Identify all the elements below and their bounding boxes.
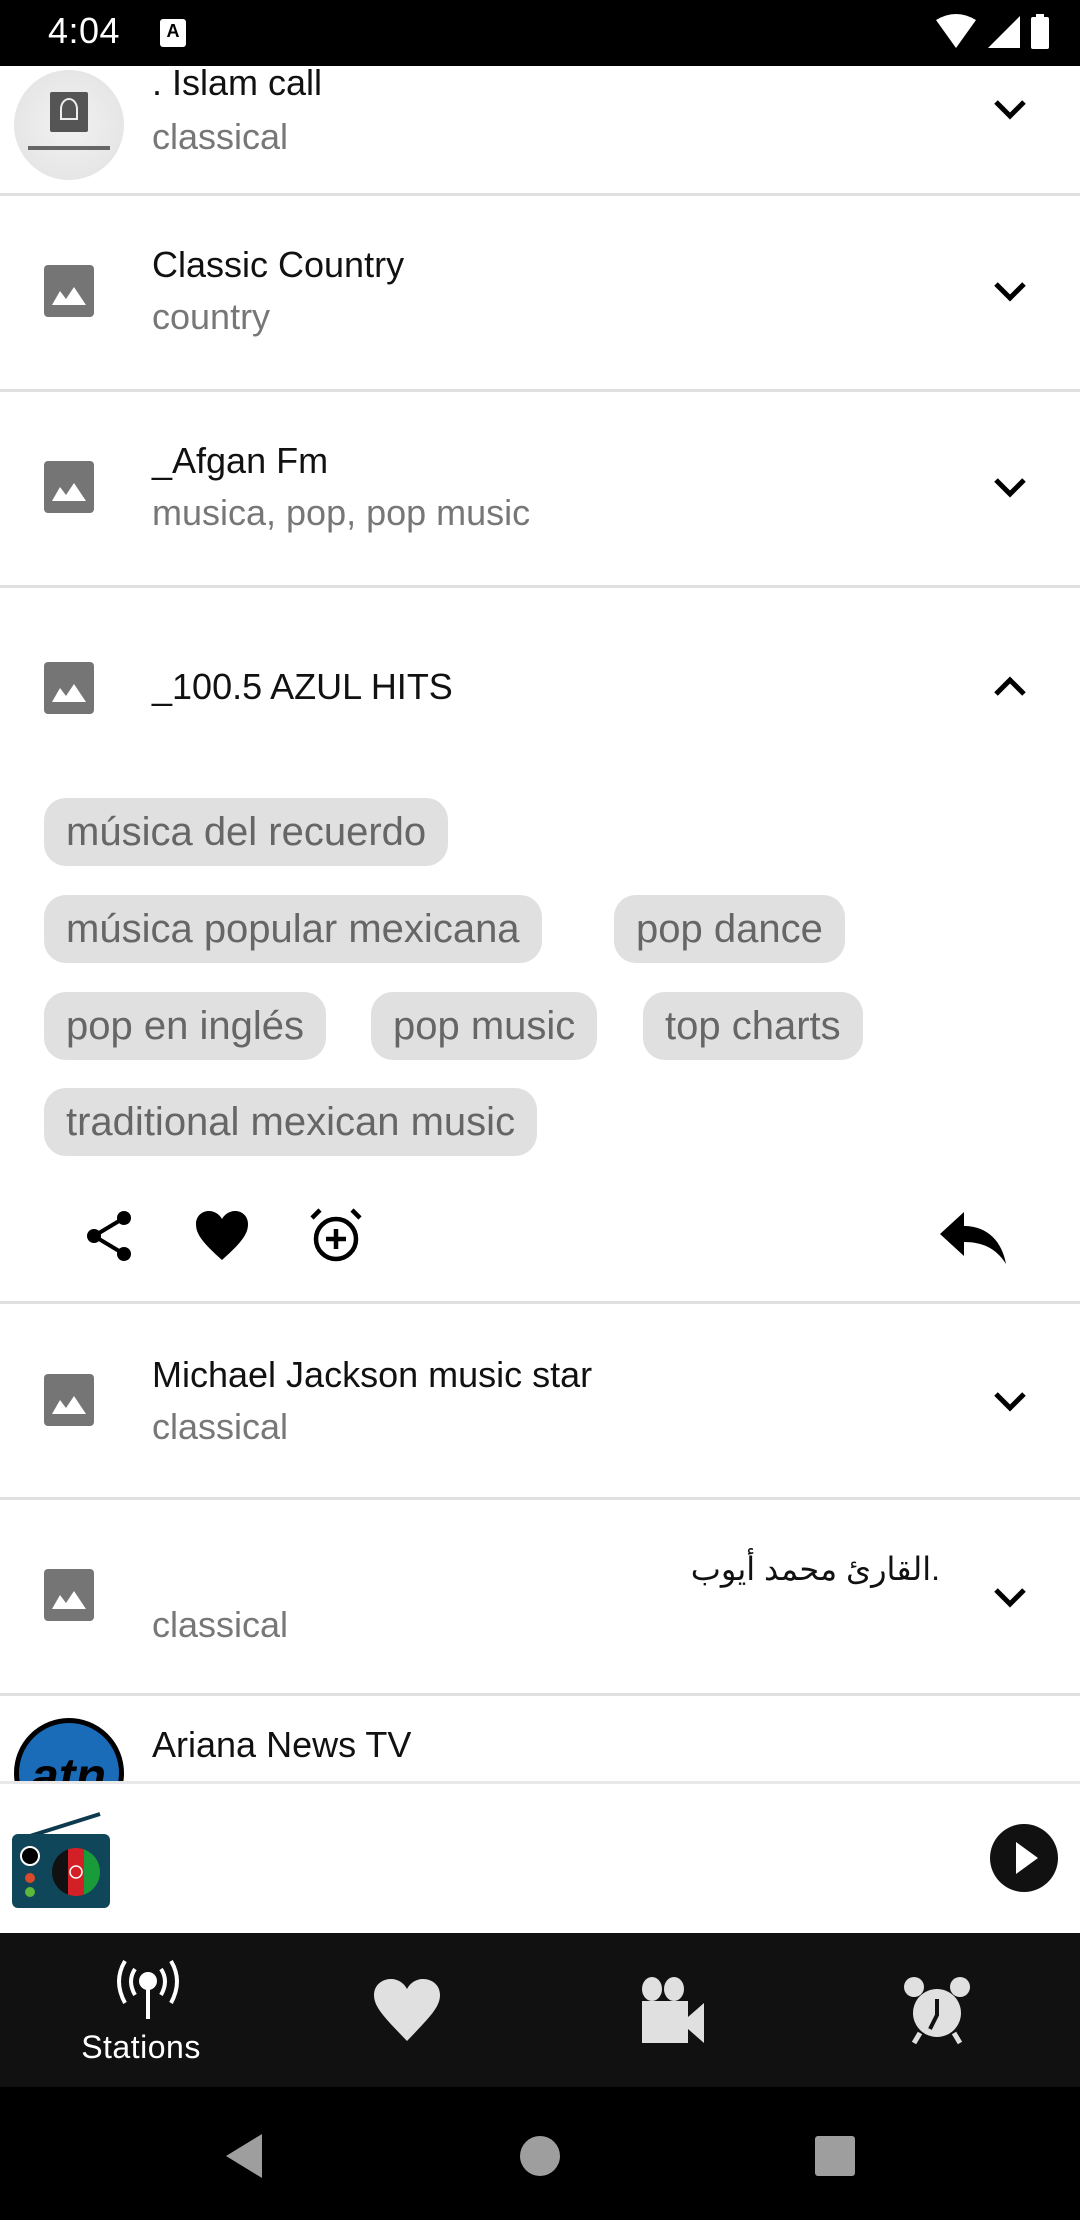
image-placeholder-icon	[44, 1569, 94, 1621]
tag-chip[interactable]: pop dance	[614, 895, 845, 963]
chevron-down-icon[interactable]	[990, 1582, 1030, 1612]
image-placeholder-icon	[44, 1374, 94, 1426]
home-button[interactable]	[519, 2135, 561, 2177]
station-genre: classical	[152, 1406, 289, 1447]
chevron-down-icon[interactable]	[990, 276, 1030, 306]
status-bar: 4:04 A	[0, 0, 1080, 66]
tag-chip[interactable]: pop music	[371, 992, 598, 1060]
image-placeholder-icon	[44, 265, 94, 317]
tag-chip[interactable]: pop en inglés	[44, 992, 326, 1060]
mini-player[interactable]	[0, 1781, 1080, 1933]
station-list[interactable]: . Islam call classical Classic Country c…	[0, 66, 1080, 1781]
station-name: _100.5 AZUL HITS	[152, 666, 453, 707]
tag-chip[interactable]: música popular mexicana	[44, 895, 542, 963]
nav-label: Stations	[81, 2029, 201, 2065]
station-name: Michael Jackson music star	[152, 1354, 593, 1395]
chevron-down-icon[interactable]	[990, 472, 1030, 502]
station-name: Classic Country	[152, 244, 405, 285]
station-name: _Afgan Fm	[152, 440, 329, 481]
station-name: . Islam call	[152, 66, 323, 103]
status-time: 4:04	[48, 10, 121, 51]
station-row[interactable]: .القارئ محمد أيوب classical	[0, 1500, 1080, 1696]
radio-tower-icon	[117, 1959, 179, 2019]
chevron-down-icon[interactable]	[990, 1386, 1030, 1416]
station-genre: musica, pop, pop music	[152, 492, 531, 533]
station-genre: classical	[152, 1604, 289, 1645]
play-button[interactable]	[990, 1824, 1058, 1892]
tag-chip[interactable]: traditional mexican music	[44, 1088, 538, 1156]
recents-button[interactable]	[814, 2135, 856, 2177]
system-nav-bar	[0, 2087, 1080, 2220]
image-placeholder-icon	[44, 461, 94, 513]
chevron-down-icon[interactable]	[990, 94, 1030, 124]
tag-chip[interactable]: top charts	[643, 992, 863, 1060]
status-icons	[936, 14, 1050, 50]
nav-tab-favorites[interactable]	[270, 1933, 540, 2087]
a-icon: A	[160, 19, 186, 47]
station-row-expanded[interactable]: _100.5 AZUL HITS música del recuerdo mús…	[0, 588, 1080, 1304]
share-icon[interactable]	[80, 1206, 140, 1266]
station-genre: classical	[152, 116, 289, 157]
heart-icon	[374, 1979, 440, 2041]
wifi-icon	[936, 14, 976, 48]
station-row[interactable]: . Islam call classical	[0, 66, 1080, 196]
station-row[interactable]: _Afgan Fm musica, pop, pop music	[0, 392, 1080, 588]
signal-icon	[988, 16, 1020, 48]
station-name: Ariana News TV	[152, 1724, 412, 1765]
tag-chip[interactable]: música del recuerdo	[44, 798, 449, 866]
back-button[interactable]	[222, 2132, 266, 2180]
nav-tab-video[interactable]	[540, 1933, 810, 2087]
video-camera-icon	[642, 1977, 704, 2043]
play-icon	[1016, 1842, 1038, 1874]
afghan-radio-logo	[12, 1812, 110, 1908]
nav-tab-stations[interactable]: Stations	[6, 1933, 276, 2087]
battery-icon	[1031, 14, 1049, 49]
nav-tab-alarm[interactable]	[810, 1933, 1080, 2087]
add-alarm-icon[interactable]	[306, 1206, 366, 1266]
station-genre: country	[152, 296, 271, 337]
chevron-up-icon[interactable]	[990, 672, 1030, 702]
station-name: .القارئ محمد أيوب	[690, 1551, 940, 1587]
station-row[interactable]: Michael Jackson music star classical	[0, 1304, 1080, 1500]
bottom-nav: Stations	[0, 1933, 1080, 2087]
station-actions	[0, 1200, 1080, 1280]
favorite-icon[interactable]	[192, 1206, 252, 1266]
atn-logo: atn	[14, 1718, 124, 1781]
station-row[interactable]: Classic Country country	[0, 196, 1080, 392]
station-logo	[14, 70, 124, 180]
reply-icon[interactable]	[938, 1206, 1008, 1266]
alarm-clock-icon	[904, 1977, 970, 2045]
station-row[interactable]: atn Ariana News TV	[0, 1696, 1080, 1781]
image-placeholder-icon	[44, 662, 94, 714]
